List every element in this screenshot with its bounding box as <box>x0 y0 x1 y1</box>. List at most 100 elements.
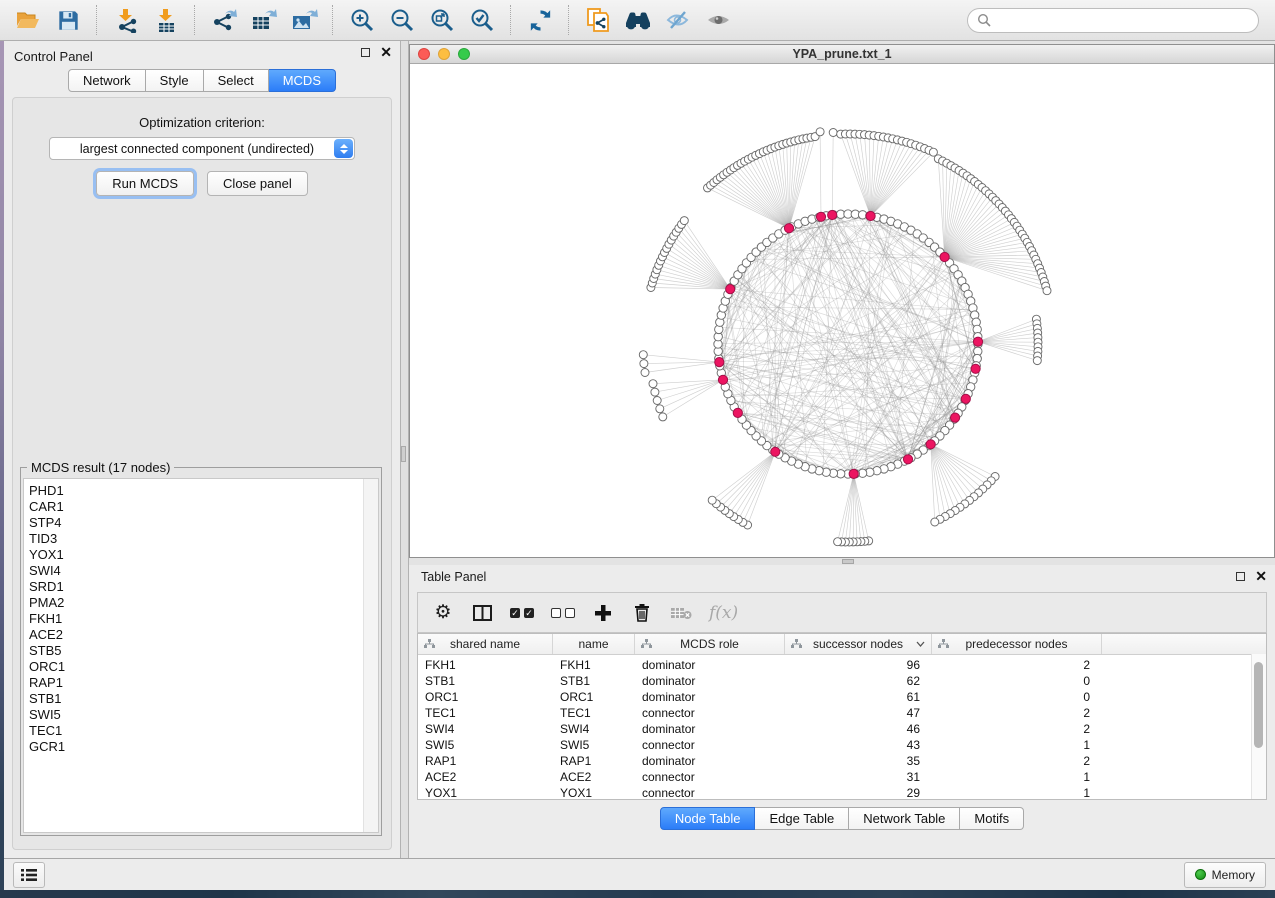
column-header-name[interactable]: name <box>553 634 635 654</box>
mcds-result-item[interactable]: STB1 <box>24 691 378 707</box>
float-panel-icon[interactable] <box>361 48 370 57</box>
float-panel-icon[interactable] <box>1236 572 1245 581</box>
table-cell[interactable]: 0 <box>932 674 1102 688</box>
tab-select[interactable]: Select <box>204 69 269 92</box>
open-file-button[interactable] <box>10 3 46 37</box>
save-session-button[interactable] <box>50 3 86 37</box>
refresh-view-button[interactable] <box>522 3 558 37</box>
table-cell[interactable]: SWI5 <box>418 738 553 752</box>
table-cell[interactable]: 2 <box>932 658 1102 672</box>
mcds-result-item[interactable]: PMA2 <box>24 595 378 611</box>
table-row[interactable]: SWI5SWI5connector431 <box>418 737 1252 753</box>
mcds-result-item[interactable]: SRD1 <box>24 579 378 595</box>
zoom-fit-button[interactable] <box>424 3 460 37</box>
copy-network-button[interactable] <box>580 3 616 37</box>
memory-button[interactable]: Memory <box>1184 862 1266 888</box>
mcds-result-item[interactable]: TEC1 <box>24 723 378 739</box>
table-cell[interactable]: 61 <box>785 690 932 704</box>
vertical-splitter[interactable] <box>400 41 409 858</box>
tab-motifs[interactable]: Motifs <box>960 807 1024 830</box>
table-cell[interactable]: dominator <box>635 722 785 736</box>
table-cell[interactable]: ORC1 <box>418 690 553 704</box>
table-cell[interactable]: 47 <box>785 706 932 720</box>
table-cell[interactable]: TEC1 <box>418 706 553 720</box>
table-settings-button[interactable]: ⚙ <box>432 601 454 625</box>
table-cell[interactable]: RAP1 <box>418 754 553 768</box>
zoom-in-button[interactable] <box>344 3 380 37</box>
table-cell[interactable]: ORC1 <box>553 690 635 704</box>
table-cell[interactable]: 96 <box>785 658 932 672</box>
table-row[interactable]: YOX1YOX1connector291 <box>418 785 1252 800</box>
mcds-result-item[interactable]: STP4 <box>24 515 378 531</box>
table-cell[interactable]: dominator <box>635 754 785 768</box>
table-cell[interactable]: 62 <box>785 674 932 688</box>
mcds-result-item[interactable]: ORC1 <box>24 659 378 675</box>
table-cell[interactable]: connector <box>635 786 785 800</box>
select-all-columns-button[interactable]: ✓✓ <box>510 601 534 625</box>
table-cell[interactable]: SWI4 <box>553 722 635 736</box>
mcds-result-item[interactable]: SWI4 <box>24 563 378 579</box>
table-cell[interactable]: ACE2 <box>553 770 635 784</box>
run-mcds-button[interactable]: Run MCDS <box>96 171 194 196</box>
search-input[interactable] <box>997 12 1249 28</box>
table-row[interactable]: SWI4SWI4dominator462 <box>418 721 1252 737</box>
table-cell[interactable]: 0 <box>932 690 1102 704</box>
tab-network-table[interactable]: Network Table <box>849 807 960 830</box>
table-cell[interactable]: YOX1 <box>553 786 635 800</box>
task-history-button[interactable] <box>13 862 45 888</box>
table-row[interactable]: ACE2ACE2connector311 <box>418 769 1252 785</box>
table-scrollbar-thumb[interactable] <box>1254 662 1263 748</box>
mcds-result-item[interactable]: RAP1 <box>24 675 378 691</box>
table-cell[interactable]: dominator <box>635 690 785 704</box>
export-network-button[interactable] <box>206 3 242 37</box>
close-panel-icon[interactable]: ✕ <box>380 47 392 57</box>
delete-column-button[interactable] <box>631 601 653 625</box>
close-panel-icon[interactable]: ✕ <box>1255 571 1267 581</box>
table-cell[interactable]: ACE2 <box>418 770 553 784</box>
column-header-mcds-role[interactable]: MCDS role <box>635 634 785 654</box>
mcds-result-item[interactable]: PHD1 <box>24 483 378 499</box>
delete-table-button[interactable] <box>670 601 692 625</box>
tab-style[interactable]: Style <box>146 69 204 92</box>
table-cell[interactable]: connector <box>635 770 785 784</box>
table-cell[interactable]: dominator <box>635 674 785 688</box>
table-cell[interactable]: 2 <box>932 722 1102 736</box>
add-column-button[interactable] <box>592 601 614 625</box>
table-cell[interactable]: 35 <box>785 754 932 768</box>
table-cell[interactable]: 46 <box>785 722 932 736</box>
table-cell[interactable]: SWI5 <box>553 738 635 752</box>
table-cell[interactable]: FKH1 <box>418 658 553 672</box>
table-cell[interactable]: SWI4 <box>418 722 553 736</box>
tab-mcds[interactable]: MCDS <box>269 69 336 92</box>
network-graph[interactable] <box>410 64 1274 557</box>
table-cell[interactable]: connector <box>635 738 785 752</box>
close-panel-button[interactable]: Close panel <box>207 171 308 196</box>
mcds-result-item[interactable]: CAR1 <box>24 499 378 515</box>
mcds-result-item[interactable]: SWI5 <box>24 707 378 723</box>
table-cell[interactable]: 43 <box>785 738 932 752</box>
table-cell[interactable]: 31 <box>785 770 932 784</box>
criterion-dropdown[interactable]: largest connected component (undirected) <box>49 137 355 160</box>
table-cell[interactable]: TEC1 <box>553 706 635 720</box>
zoom-selected-button[interactable] <box>464 3 500 37</box>
mcds-result-item[interactable]: ACE2 <box>24 627 378 643</box>
function-builder-button[interactable]: f(x) <box>709 601 738 625</box>
table-cell[interactable]: 2 <box>932 754 1102 768</box>
tab-node-table[interactable]: Node Table <box>660 807 756 830</box>
table-cell[interactable]: 1 <box>932 738 1102 752</box>
table-cell[interactable]: RAP1 <box>553 754 635 768</box>
show-all-button[interactable] <box>700 3 736 37</box>
splitter-grip[interactable] <box>401 446 406 462</box>
splitter-grip[interactable] <box>842 559 854 564</box>
mcds-result-item[interactable]: YOX1 <box>24 547 378 563</box>
mcds-result-item[interactable]: FKH1 <box>24 611 378 627</box>
export-table-button[interactable] <box>246 3 282 37</box>
tab-edge-table[interactable]: Edge Table <box>755 807 849 830</box>
deselect-all-columns-button[interactable] <box>551 601 575 625</box>
table-row[interactable]: TEC1TEC1connector472 <box>418 705 1252 721</box>
binoculars-button[interactable] <box>620 3 656 37</box>
mcds-result-item[interactable]: GCR1 <box>24 739 378 755</box>
import-network-button[interactable] <box>108 3 144 37</box>
zoom-out-button[interactable] <box>384 3 420 37</box>
table-cell[interactable]: 2 <box>932 706 1102 720</box>
